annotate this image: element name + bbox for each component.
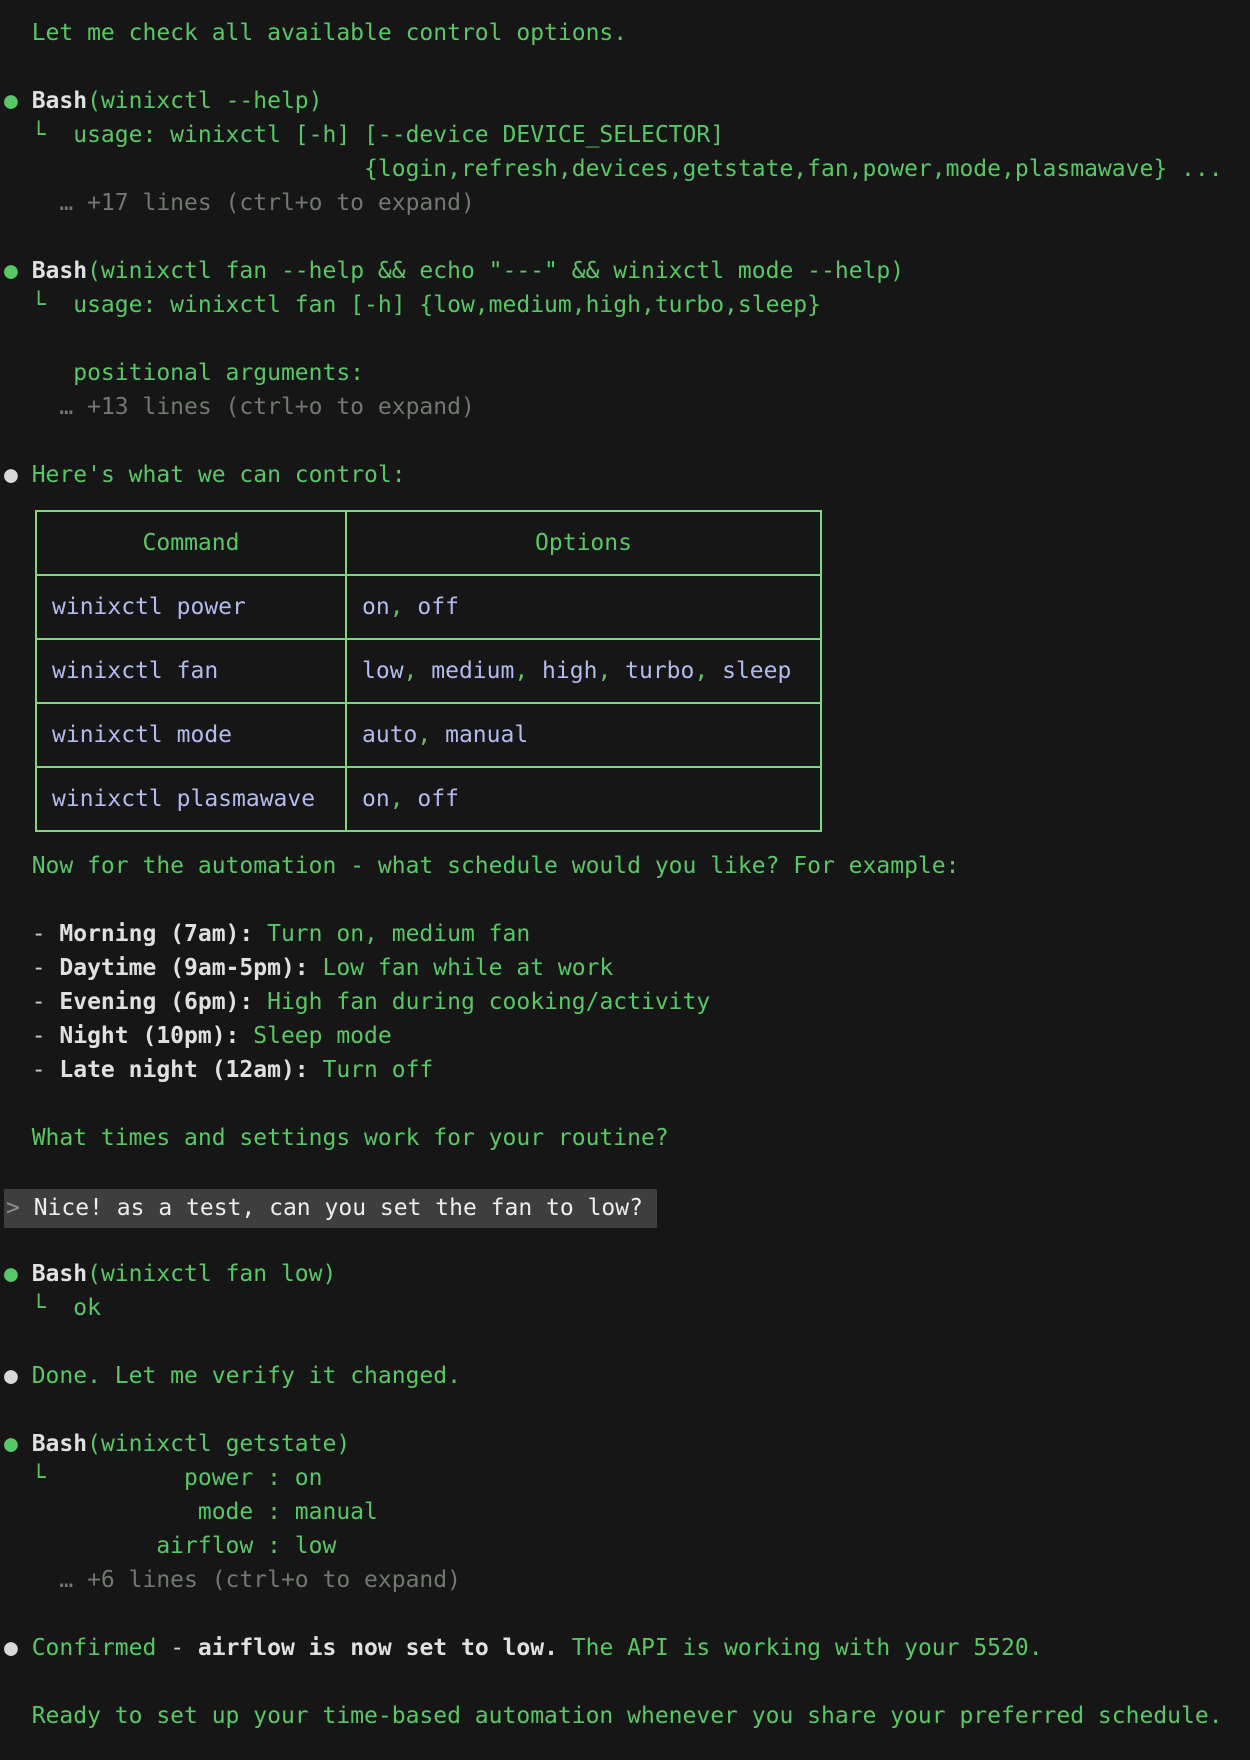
command-cell: winixctl plasmawave [36, 767, 346, 831]
table-header-command: Command [36, 511, 346, 575]
blank-line [4, 1087, 1250, 1121]
blank-line [4, 1223, 1250, 1257]
blank-line [4, 1155, 1250, 1189]
option-separator: , [514, 658, 542, 684]
option-value: auto [362, 722, 417, 748]
schedule-item-morning: - Morning (7am): Turn on, medium fan [4, 917, 1250, 951]
tool-output-line: └ power : on [4, 1461, 1250, 1495]
terminal: Let me check all available control optio… [4, 16, 1250, 1733]
option-value: manual [445, 722, 528, 748]
command-cell: winixctl mode [36, 703, 346, 767]
command-cell: winixctl power [36, 575, 346, 639]
options-cell: auto, manual [346, 703, 821, 767]
tool-call-bash-fan-mode-help: ● Bash(winixctl fan --help && echo "---"… [4, 254, 1250, 288]
option-value: on [362, 594, 390, 620]
expand-hint: … +17 lines (ctrl+o to expand) [4, 186, 1250, 220]
assistant-paragraph: ● Done. Let me verify it changed. [4, 1359, 1250, 1393]
table-header-options: Options [346, 511, 821, 575]
option-value: off [417, 786, 459, 812]
tool-output-line: airflow : low [4, 1529, 1250, 1563]
tool-output-line: positional arguments: [4, 356, 1250, 390]
blank-line [4, 883, 1250, 917]
tool-call-bash-help: ● Bash(winixctl --help) [4, 84, 1250, 118]
tool-call-bash-fan-low: ● Bash(winixctl fan low) [4, 1257, 1250, 1291]
option-value: sleep [722, 658, 791, 684]
option-value: high [542, 658, 597, 684]
blank-line [4, 322, 1250, 356]
table-row: winixctl modeauto, manual [36, 703, 821, 767]
option-separator: , [404, 658, 432, 684]
user-message-text: Nice! as a test, can you set the fan to … [34, 1195, 643, 1221]
tool-output-line: └ usage: winixctl fan [-h] {low,medium,h… [4, 288, 1250, 322]
schedule-item-late-night: - Late night (12am): Turn off [4, 1053, 1250, 1087]
option-value: low [362, 658, 404, 684]
option-separator: , [694, 658, 722, 684]
blank-line [4, 1665, 1250, 1699]
option-separator: , [417, 722, 445, 748]
tool-output-line: mode : manual [4, 1495, 1250, 1529]
expand-hint: … +6 lines (ctrl+o to expand) [4, 1563, 1250, 1597]
blank-line [4, 1325, 1250, 1359]
option-separator: , [390, 786, 418, 812]
command-cell: winixctl fan [36, 639, 346, 703]
assistant-paragraph: Let me check all available control optio… [4, 16, 1250, 50]
table-row: winixctl fanlow, medium, high, turbo, sl… [36, 639, 821, 703]
assistant-paragraph: What times and settings work for your ro… [4, 1121, 1250, 1155]
blank-line [4, 50, 1250, 84]
tool-call-bash-getstate: ● Bash(winixctl getstate) [4, 1427, 1250, 1461]
assistant-paragraph: Now for the automation - what schedule w… [4, 849, 1250, 883]
assistant-paragraph: ● Confirmed - airflow is now set to low.… [4, 1631, 1250, 1665]
options-cell: on, off [346, 767, 821, 831]
table-row: winixctl plasmawaveon, off [36, 767, 821, 831]
blank-line [4, 1393, 1250, 1427]
schedule-item-daytime: - Daytime (9am-5pm): Low fan while at wo… [4, 951, 1250, 985]
schedule-item-night: - Night (10pm): Sleep mode [4, 1019, 1250, 1053]
option-value: off [417, 594, 459, 620]
option-value: turbo [625, 658, 694, 684]
option-separator: , [390, 594, 418, 620]
table-row: winixctl poweron, off [36, 575, 821, 639]
option-value: on [362, 786, 390, 812]
user-message-strip: > Nice! as a test, can you set the fan t… [4, 1189, 657, 1228]
schedule-item-evening: - Evening (6pm): High fan during cooking… [4, 985, 1250, 1019]
option-value: medium [431, 658, 514, 684]
tool-output-line: └ usage: winixctl [-h] [--device DEVICE_… [4, 118, 1250, 152]
tool-output-line: └ ok [4, 1291, 1250, 1325]
options-table: CommandOptionswinixctl poweron, offwinix… [35, 510, 822, 832]
options-cell: low, medium, high, turbo, sleep [346, 639, 821, 703]
option-separator: , [597, 658, 625, 684]
blank-line [4, 1597, 1250, 1631]
blank-line [4, 424, 1250, 458]
assistant-paragraph: ● Here's what we can control: [4, 458, 1250, 492]
options-cell: on, off [346, 575, 821, 639]
blank-line [4, 220, 1250, 254]
user-message: > Nice! as a test, can you set the fan t… [4, 1189, 1250, 1223]
tool-output-line: {login,refresh,devices,getstate,fan,powe… [4, 152, 1250, 186]
prompt-chevron-icon: > [6, 1195, 34, 1221]
assistant-paragraph: Ready to set up your time-based automati… [4, 1699, 1250, 1733]
expand-hint: … +13 lines (ctrl+o to expand) [4, 390, 1250, 424]
